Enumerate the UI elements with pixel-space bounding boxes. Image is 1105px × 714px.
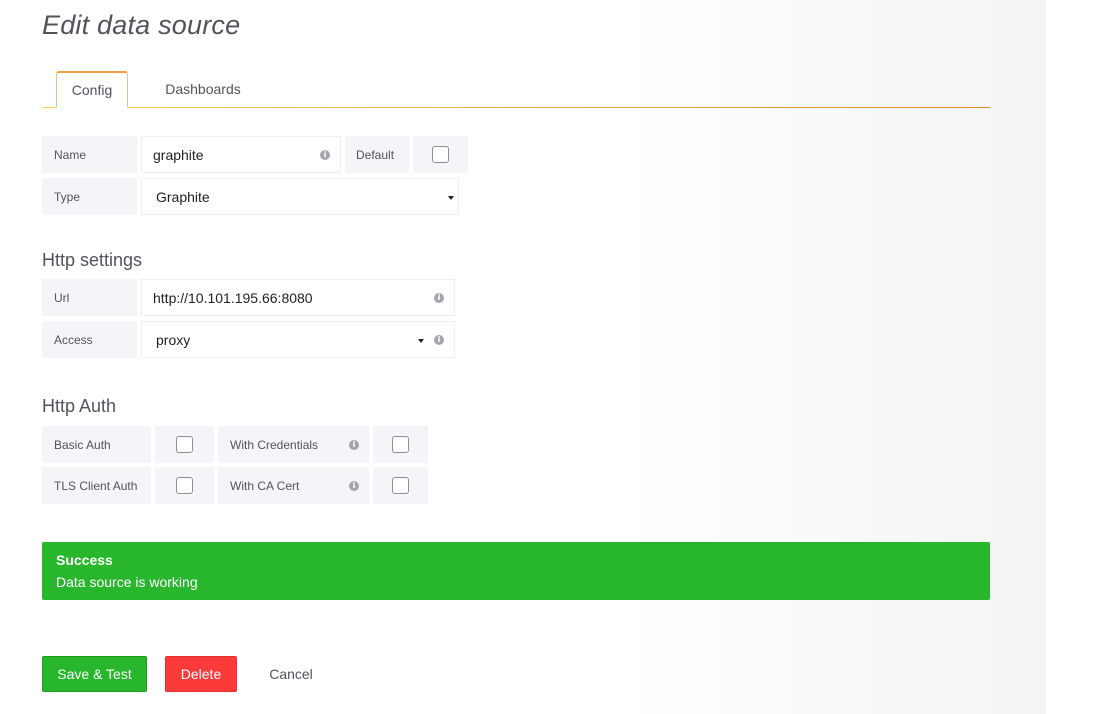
access-label: Access	[42, 321, 137, 358]
type-select[interactable]: Graphite	[141, 178, 459, 215]
access-select[interactable]: proxy i	[141, 321, 455, 358]
caret-down-icon	[418, 338, 424, 343]
access-row: Access proxy i	[42, 321, 455, 358]
name-value: graphite	[153, 146, 204, 163]
tls-client-auth-checkbox[interactable]	[176, 477, 193, 494]
access-value: proxy	[156, 331, 191, 348]
caret-down-icon	[448, 195, 454, 200]
tab-dashboards[interactable]: Dashboards	[158, 71, 248, 106]
with-ca-cert-checkbox-cell[interactable]	[373, 467, 428, 504]
delete-button[interactable]: Delete	[165, 656, 237, 692]
info-icon[interactable]: i	[434, 292, 444, 303]
alert-title: Success	[56, 552, 113, 568]
with-ca-cert-text: With CA Cert	[230, 478, 300, 493]
http-auth-title: Http Auth	[42, 396, 117, 416]
cancel-button[interactable]: Cancel	[253, 656, 329, 692]
http-settings-title: Http settings	[42, 250, 143, 270]
background-edge	[1046, 0, 1105, 714]
access-controls: i	[418, 334, 444, 345]
with-ca-cert-checkbox[interactable]	[392, 477, 409, 494]
info-icon[interactable]: i	[320, 149, 330, 160]
basic-auth-label: Basic Auth	[42, 426, 151, 463]
with-credentials-checkbox[interactable]	[392, 436, 409, 453]
url-input[interactable]: http://10.101.195.66:8080 i	[141, 279, 455, 316]
info-icon[interactable]: i	[434, 334, 444, 345]
tls-client-auth-label: TLS Client Auth	[42, 467, 151, 504]
edit-datasource-page: Edit data source Config Dashboards Name …	[42, 0, 990, 714]
basic-auth-checkbox[interactable]	[176, 436, 193, 453]
default-checkbox[interactable]	[432, 146, 449, 163]
basic-auth-checkbox-cell[interactable]	[155, 426, 214, 463]
info-icon[interactable]: i	[349, 439, 359, 450]
type-value: Graphite	[156, 188, 210, 205]
with-credentials-checkbox-cell[interactable]	[373, 426, 428, 463]
with-ca-cert-label: With CA Cert i	[218, 467, 369, 504]
basic-auth-row: Basic Auth With Credentials i	[42, 426, 428, 463]
tls-client-auth-checkbox-cell[interactable]	[155, 467, 214, 504]
with-credentials-text: With Credentials	[230, 437, 319, 452]
tls-auth-row: TLS Client Auth With CA Cert i	[42, 467, 428, 504]
url-row: Url http://10.101.195.66:8080 i	[42, 279, 455, 316]
name-input[interactable]: graphite i	[141, 136, 341, 173]
alert-message: Data source is working	[56, 574, 198, 590]
default-checkbox-cell[interactable]	[413, 136, 468, 173]
info-icon[interactable]: i	[349, 480, 359, 491]
name-row: Name graphite i Default	[42, 136, 468, 173]
with-credentials-label: With Credentials i	[218, 426, 369, 463]
success-alert: Success Data source is working	[42, 542, 990, 600]
default-label: Default	[345, 136, 409, 173]
save-test-button[interactable]: Save & Test	[42, 656, 147, 692]
url-label: Url	[42, 279, 137, 316]
page-title: Edit data source	[42, 10, 241, 40]
tab-bar: Config Dashboards	[42, 71, 990, 108]
tab-config[interactable]: Config	[56, 71, 128, 108]
name-label: Name	[42, 136, 137, 173]
tab-underline	[42, 107, 990, 108]
type-row: Type Graphite	[42, 178, 459, 215]
url-value: http://10.101.195.66:8080	[153, 289, 313, 306]
type-label: Type	[42, 178, 137, 215]
